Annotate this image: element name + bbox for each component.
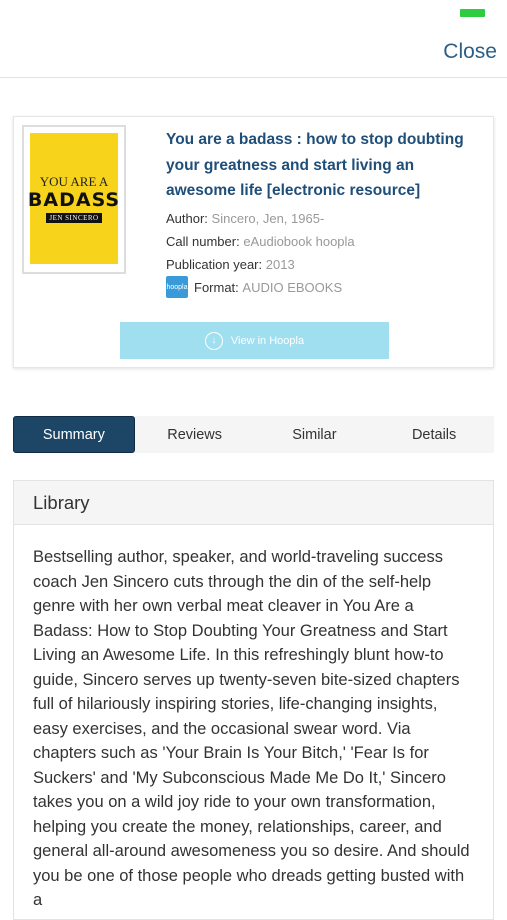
tab-reviews[interactable]: Reviews [135,416,255,453]
author-value: Sincero, Jen, 1965- [211,210,325,226]
battery-icon [460,9,485,17]
view-in-hoopla-button[interactable]: ↓ View in Hoopla [120,322,389,359]
book-title[interactable]: You are a badass : how to stop doubting … [166,127,486,204]
summary-panel: Library Bestselling author, speaker, and… [13,480,494,920]
cover-line-1: YOU ARE A [39,173,109,189]
format-row: hoopla Format: AUDIO EBOOKS [166,276,486,299]
hoopla-icon: hoopla [166,276,188,298]
call-number-label: Call number: [166,233,240,249]
book-card: YOU ARE A BADASS JEN SINCERO You are a b… [13,116,494,368]
panel-heading: Library [14,481,493,525]
tab-similar[interactable]: Similar [255,416,375,453]
book-info: You are a badass : how to stop doubting … [166,127,486,299]
cover-line-3: JEN SINCERO [46,212,102,223]
download-icon: ↓ [204,331,223,350]
tab-bar: Summary Reviews Similar Details [13,416,494,453]
author-row: Author: Sincero, Jen, 1965- [166,207,486,230]
top-bar: Close [0,0,507,78]
call-number-row: Call number: eAudiobook hoopla [166,230,486,253]
cover-line-2: BADASS [27,188,121,211]
format-label: Format: [194,279,239,295]
call-number-value: eAudiobook hoopla [243,233,355,249]
book-cover: YOU ARE A BADASS JEN SINCERO [27,133,121,264]
tab-details[interactable]: Details [374,416,494,453]
book-meta: Author: Sincero, Jen, 1965- Call number:… [166,207,486,299]
publication-year-row: Publication year: 2013 [166,253,486,276]
publication-year-label: Publication year: [166,256,263,272]
close-button[interactable]: Close [443,40,497,64]
author-label: Author: [166,210,208,226]
format-value: AUDIO EBOOKS [242,279,343,295]
tab-summary[interactable]: Summary [13,416,135,453]
view-in-hoopla-label: View in Hoopla [230,334,305,347]
book-cover-frame: YOU ARE A BADASS JEN SINCERO [22,125,126,274]
publication-year-value: 2013 [265,256,295,272]
summary-text: Bestselling author, speaker, and world-t… [33,548,470,909]
